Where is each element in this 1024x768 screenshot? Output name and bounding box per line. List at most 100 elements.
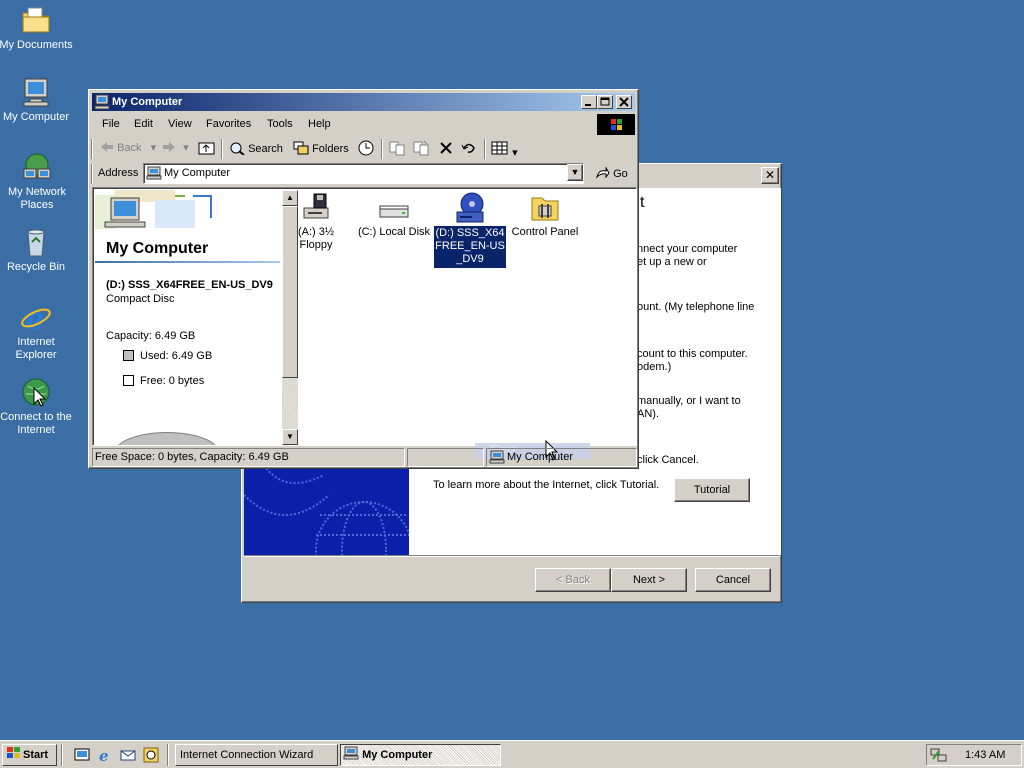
desktop-icon-label: My Network Places [7, 186, 67, 211]
search-label: Search [248, 143, 283, 155]
web-view-pane: My Computer (D:) SSS_X64FREE_EN-US_DV9 C… [95, 190, 280, 445]
desktop-icon-connect-internet[interactable]: Connect to the Internet [0, 376, 74, 437]
windows-logo-icon [597, 114, 635, 135]
views-icon [491, 141, 508, 155]
back-label: Back [117, 142, 142, 154]
menu-help[interactable]: Help [308, 118, 331, 130]
item-label: (C:) Local Disk [357, 226, 431, 238]
menu-bar: File Edit View Favorites Tools Help [92, 113, 598, 135]
wizard-separator [244, 555, 779, 557]
control-panel[interactable]: Control Panel [505, 192, 585, 239]
wizard-text-line: ount. (My telephone line [637, 301, 755, 313]
menu-favorites[interactable]: Favorites [206, 118, 251, 130]
wizard-close-button[interactable]: ✕ [761, 167, 779, 184]
search-icon [230, 142, 245, 156]
task-label: My Computer [362, 749, 433, 761]
tutorial-button[interactable]: Tutorial [674, 478, 750, 502]
folder-documents-icon [20, 4, 52, 36]
desktop-icon-recycle-bin[interactable]: Recycle Bin [0, 226, 74, 274]
item-label: Control Panel [511, 226, 579, 238]
history-button[interactable] [357, 140, 375, 159]
delete-button[interactable] [438, 140, 454, 159]
folders-label: Folders [312, 143, 349, 155]
connect-icon [20, 376, 52, 408]
desktop-icon-internet-explorer[interactable]: e Internet Explorer [0, 301, 74, 362]
menu-file[interactable]: File [102, 118, 120, 130]
go-label: Go [613, 168, 628, 180]
forward-dropdown-icon: ▾ [183, 142, 189, 154]
undo-button[interactable] [460, 140, 478, 159]
system-tray: 1:43 AM [926, 744, 1022, 766]
menu-tools[interactable]: Tools [267, 118, 293, 130]
drive-c-local-disk[interactable]: (C:) Local Disk [355, 192, 433, 239]
drive-capacity: Capacity: 6.49 GB [106, 330, 196, 342]
quick-launch-desktop-icon[interactable] [74, 747, 90, 766]
wizard-text-line: nnect your computer [637, 243, 738, 255]
wizard-text-line: odem.) [637, 361, 672, 373]
history-icon [358, 140, 374, 156]
drive-used: Used: 6.49 GB [140, 350, 213, 362]
svg-text:e: e [25, 302, 44, 333]
quick-launch-ie-icon[interactable]: e [97, 747, 113, 766]
network-tray-icon[interactable] [930, 747, 948, 766]
computer-icon [343, 746, 359, 760]
address-field[interactable]: My Computer ▼ [143, 163, 584, 184]
clock[interactable]: 1:43 AM [965, 749, 1005, 761]
menu-view[interactable]: View [168, 118, 192, 130]
wizard-back-button[interactable]: < Back [535, 568, 611, 592]
desktop-icon-label: My Documents [0, 39, 73, 51]
selected-drive-name: (D:) SSS_X64FREE_EN-US_DV9 [106, 279, 273, 291]
wizard-globe-banner [244, 465, 409, 555]
scroll-down-button[interactable]: ▼ [282, 429, 298, 445]
status-bar: Free Space: 0 bytes, Capacity: 6.49 GB M… [92, 448, 637, 467]
svg-text:e: e [99, 747, 109, 763]
status-location: My Computer [486, 448, 637, 467]
start-button[interactable]: Start [2, 744, 57, 766]
task-internet-connection-wizard[interactable]: Internet Connection Wizard [175, 744, 338, 766]
maximize-button[interactable] [597, 95, 613, 109]
content-area: My Computer (D:) SSS_X64FREE_EN-US_DV9 C… [92, 187, 637, 461]
back-arrow-icon [101, 142, 113, 152]
menu-edit[interactable]: Edit [134, 118, 153, 130]
item-label-selected: (D:) SSS_X64FREE_EN-US_DV9 [433, 225, 507, 269]
move-to-button[interactable] [388, 140, 406, 159]
free-swatch [123, 375, 134, 386]
hard-disk-icon [378, 192, 410, 224]
back-button[interactable]: Back ▾ [100, 141, 156, 154]
status-free-space: Free Space: 0 bytes, Capacity: 6.49 GB [92, 448, 405, 467]
address-value: My Computer [164, 167, 231, 179]
desktop-icon-label: Internet Explorer [15, 336, 57, 361]
folders-button[interactable]: Folders [293, 141, 349, 155]
close-icon [619, 97, 629, 107]
copy-to-button[interactable] [412, 140, 430, 159]
views-button[interactable]: ▾ [491, 140, 518, 159]
wizard-text-line: click Cancel. [637, 454, 699, 466]
drive-free: Free: 0 bytes [140, 375, 205, 387]
go-button[interactable]: Go [596, 166, 628, 180]
views-dropdown-icon: ▾ [512, 147, 518, 159]
drive-a-floppy[interactable]: (A:) 3½ Floppy [285, 192, 347, 252]
quick-launch-media-icon[interactable] [143, 747, 159, 766]
desktop-icon-my-documents[interactable]: My Documents [0, 4, 74, 52]
minimize-button[interactable] [581, 95, 597, 109]
wizard-title-fragment: t [640, 194, 645, 211]
search-button[interactable]: Search [229, 141, 283, 156]
desktop-icon-network-places[interactable]: My Network Places [0, 151, 76, 212]
up-button[interactable] [198, 140, 216, 159]
cd-drive-icon [454, 192, 486, 224]
forward-button[interactable]: ▾ [162, 141, 189, 154]
close-button[interactable] [616, 95, 632, 109]
wizard-next-button[interactable]: Next > [611, 568, 687, 592]
toolbar-separator [381, 139, 383, 159]
drive-d-cd[interactable]: (D:) SSS_X64FREE_EN-US_DV9 [433, 192, 507, 269]
wizard-text-line: manually, or I want to [637, 395, 741, 407]
task-my-computer[interactable]: My Computer [340, 744, 501, 766]
desktop-icon-my-computer[interactable]: My Computer [0, 76, 74, 124]
quick-launch-outlook-icon[interactable] [120, 747, 136, 766]
wizard-cancel-button[interactable]: Cancel [695, 568, 771, 592]
standard-toolbar: Back ▾ ▾ Search Folders ▾ [91, 137, 635, 161]
used-swatch [123, 350, 134, 361]
my-computer-window[interactable]: My Computer File Edit View Favorites Too… [88, 89, 639, 469]
my-computer-titlebar[interactable]: My Computer [92, 93, 635, 111]
address-dropdown-button[interactable]: ▼ [567, 164, 583, 181]
